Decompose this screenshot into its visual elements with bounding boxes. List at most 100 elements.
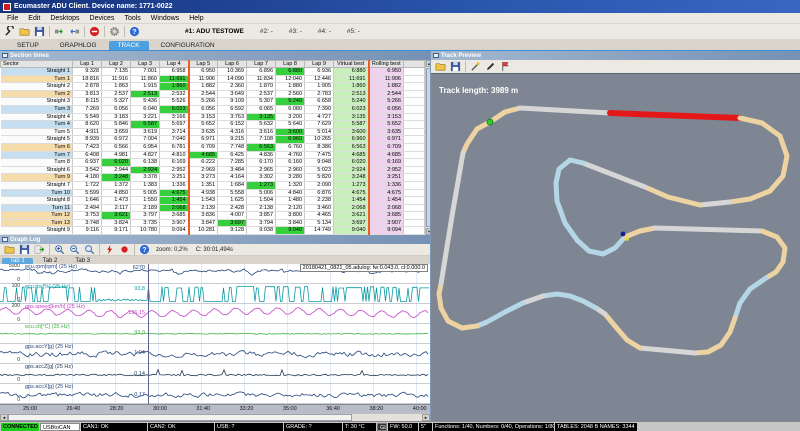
tab-setup[interactable]: SETUP [8, 41, 48, 50]
lap-time-cell: 2:783 [305, 90, 334, 98]
column-header[interactable]: Virtual best [334, 61, 369, 68]
lap-time-cell: 5:526 [160, 98, 189, 106]
menu-edit[interactable]: Edit [23, 15, 45, 22]
graph-zoomout-icon[interactable] [67, 243, 81, 256]
window-titlebar[interactable]: Ecumaster ADU Client. Device name: 1771-… [0, 0, 800, 13]
column-header[interactable]: Lap 6 [218, 61, 247, 68]
graph-zoomfit-icon[interactable] [82, 243, 96, 256]
column-header[interactable]: Lap 3 [131, 61, 160, 68]
scroll-right-icon[interactable]: ► [422, 414, 430, 421]
lap-time-cell: 5:587 [131, 121, 160, 129]
track-floppy-icon[interactable] [448, 60, 462, 73]
tab-configuration[interactable]: CONFIGURATION [152, 41, 224, 50]
channel-strip-gps.accX[interactable]: 0gps.accX[g] (25 Hz)0,17 [0, 384, 430, 404]
column-header[interactable]: Lap 4 [160, 61, 189, 68]
column-header[interactable]: Rolling best [369, 61, 404, 68]
lap-time-cell: 10:265 [305, 136, 334, 144]
menu-devices[interactable]: Devices [85, 15, 120, 22]
track-pencil-icon[interactable] [483, 60, 497, 73]
channel-strip-gps.accZ[interactable]: 0gps.accZ[g] (25 Hz)0,14 [0, 364, 430, 384]
lap-time-cell: 11:834 [247, 75, 276, 83]
toolbar-connect-icon[interactable] [52, 25, 66, 38]
channel-strip-ecu.tps[interactable]: 1000ecu.tps[%] (25 Hz)93,8 [0, 284, 430, 304]
toolbar-wrench-icon[interactable] [2, 25, 16, 38]
graph-cursor-line[interactable] [148, 264, 149, 404]
device-slot-1[interactable]: #1: ADU TESTOWE [185, 28, 244, 35]
lap-time-cell: 3:378 [131, 174, 160, 182]
menu-file[interactable]: File [2, 15, 23, 22]
device-slot-3[interactable]: #3: - [289, 28, 302, 35]
app-icon [3, 3, 11, 11]
scroll-left-icon[interactable]: ◄ [0, 414, 8, 421]
lap-time-cell: 2:428 [218, 204, 247, 212]
toolbar-stop-icon[interactable] [87, 25, 101, 38]
lap-time-cell: 6:056 [102, 105, 131, 113]
channel-label: gps.accY[g] (25 Hz) [25, 344, 73, 350]
graph-floppy-icon[interactable] [17, 243, 31, 256]
lap-time-cell: 9:215 [218, 136, 247, 144]
track-folder-icon[interactable] [433, 60, 447, 73]
track-outline [439, 108, 787, 353]
column-header[interactable]: Lap 2 [102, 61, 131, 68]
channel-strip-gps.accY[interactable]: 0gps.accY[g] (25 Hz)1,04 [0, 344, 430, 364]
toolbar-gear-icon[interactable] [107, 25, 121, 38]
track-wand-icon[interactable] [468, 60, 482, 73]
table-row: Straight 19:3287:1357:0016:9586:95010:36… [1, 68, 425, 76]
sector-name-cell: Straight 2 [1, 83, 73, 91]
graph-help-icon[interactable]: ? [137, 243, 151, 256]
toolbar-connect2-icon[interactable] [67, 25, 81, 38]
table-row: Turn 37:2696:0566:0406:0236:0566:5926:06… [1, 105, 425, 113]
track-canvas[interactable]: Track length: 3989 m [431, 73, 800, 421]
graph-folder-icon[interactable] [2, 243, 16, 256]
toolbar-help-icon[interactable]: ? [127, 25, 141, 38]
sector-name-cell: Straight 5 [1, 136, 73, 144]
lap-time-cell: 6:592 [218, 105, 247, 113]
lap-time-cell: 3:248 [102, 174, 131, 182]
table-row: Turn 112:4942:1172:1892:0682:1392:4282:1… [1, 204, 425, 212]
tab-track[interactable]: TRACK [109, 41, 149, 50]
lap-time-cell: 8:620 [73, 121, 102, 129]
cursor-value: 1,04 [88, 350, 145, 356]
column-header[interactable]: Lap 9 [305, 61, 334, 68]
lap-time-cell: 4:465 [305, 212, 334, 220]
lap-time-cell: 1:320 [276, 181, 305, 189]
rolling-best-cell: 11:906 [369, 75, 404, 83]
graph-flash-icon[interactable] [102, 243, 116, 256]
channel-strip-gps.speed[interactable]: 2000gps.speed[km/h] (25 Hz)136,15 [0, 304, 430, 324]
tab-graphlog[interactable]: GRAPHLOG [51, 41, 106, 50]
lap-time-cell: 3:907 [160, 219, 189, 227]
table-row: Turn 48:6205:8465:5875:6975:6526:1525:63… [1, 121, 425, 129]
column-header[interactable]: Lap 8 [276, 61, 305, 68]
device-slot-5[interactable]: #5: - [347, 28, 360, 35]
toolbar-floppy-icon[interactable] [32, 25, 46, 38]
track-flag-icon[interactable] [498, 60, 512, 73]
column-header[interactable]: Lap 5 [189, 61, 218, 68]
column-header[interactable]: Lap 7 [247, 61, 276, 68]
lap-time-cell: 6:065 [247, 105, 276, 113]
device-slot-4[interactable]: #4: - [318, 28, 331, 35]
graph-record-icon[interactable] [117, 243, 131, 256]
toolbar-folder-icon[interactable] [17, 25, 31, 38]
graph-exportx-icon[interactable] [32, 243, 46, 256]
menu-tools[interactable]: Tools [119, 15, 145, 22]
table-row: Turn 118:81611:91611:86011:69111:90614:0… [1, 75, 425, 83]
lap-time-cell: 4:850 [102, 189, 131, 197]
lap-time-cell: 6:658 [305, 98, 334, 106]
column-header[interactable]: Lap 1 [73, 61, 102, 68]
column-header[interactable]: Sector [1, 61, 73, 68]
device-slot-2[interactable]: #2: - [260, 28, 273, 35]
menu-desktops[interactable]: Desktops [45, 15, 84, 22]
virtual-best-cell: 6:880 [334, 68, 369, 76]
channel-strip-ecu.clt[interactable]: ecu.clt[°C] (25 Hz)92,0 [0, 324, 430, 344]
lap-time-cell: 2:068 [160, 204, 189, 212]
lap-time-cell: 10:281 [189, 227, 218, 235]
graph-charts-area[interactable]: 50000ecu.rpm[rpm] (25 Hz)62701000ecu.tps… [0, 264, 430, 404]
menu-windows[interactable]: Windows [146, 15, 184, 22]
rolling-best-cell: 5:266 [369, 98, 404, 106]
menu-help[interactable]: Help [184, 15, 208, 22]
graph-zoomin-icon[interactable] [52, 243, 66, 256]
scroll-thumb[interactable] [8, 414, 352, 421]
graph-toolbar: ? zoom: 0,2% C: 30:01,494s [0, 244, 430, 256]
graph-horizontal-scrollbar[interactable]: ◄ ► [0, 413, 430, 421]
rolling-best-cell: 2:544 [369, 90, 404, 98]
